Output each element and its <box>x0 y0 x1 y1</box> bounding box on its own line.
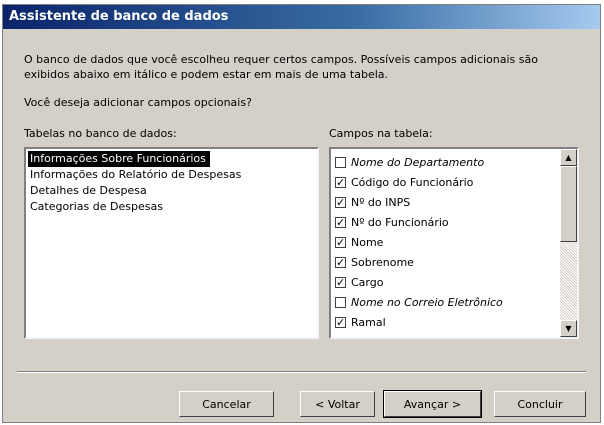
window-title: Assistente de banco de dados <box>3 5 600 29</box>
scroll-thumb[interactable] <box>560 166 577 242</box>
field-label: Sobrenome <box>351 256 414 269</box>
check-icon: ✓ <box>336 176 346 189</box>
field-label: Nome do Departamento <box>351 156 485 169</box>
finish-button[interactable]: Concluir <box>494 391 586 417</box>
field-checkbox[interactable]: ✓ <box>335 217 346 228</box>
scroll-up-icon: ▲ <box>565 153 572 162</box>
field-label: Nome no Correio Eletrônico <box>351 296 503 309</box>
field-checkbox[interactable] <box>335 297 346 308</box>
fields-label: Campos na tabela: <box>329 127 433 140</box>
table-item-categorias-de-despesas[interactable]: Categorias de Despesas <box>28 199 167 215</box>
tables-listbox[interactable]: Informações Sobre Funcionários Informaçõ… <box>24 147 319 339</box>
field-checkbox[interactable] <box>335 157 346 168</box>
fields-listbox[interactable]: Nome do Departamento ✓ Código do Funcion… <box>329 147 579 339</box>
tables-label: Tabelas no banco de dados: <box>24 127 177 140</box>
cancel-button[interactable]: Cancelar <box>179 391 274 417</box>
database-wizard-dialog: Assistente de banco de dados O banco de … <box>2 4 601 423</box>
check-icon: ✓ <box>336 316 346 329</box>
table-item-informacoes-sobre-funcionarios[interactable]: Informações Sobre Funcionários <box>28 151 210 167</box>
scroll-down-icon: ▼ <box>565 324 572 333</box>
field-label: Nº do Funcionário <box>351 216 449 229</box>
table-item-detalhes-de-despesa[interactable]: Detalhes de Despesa <box>28 183 151 199</box>
field-label: Código do Funcionário <box>351 176 474 189</box>
field-label: Nome <box>351 236 384 249</box>
check-icon: ✓ <box>336 256 346 269</box>
button-separator <box>17 371 586 373</box>
field-checkbox[interactable]: ✓ <box>335 257 346 268</box>
back-button[interactable]: < Voltar <box>300 391 375 417</box>
field-checkbox[interactable]: ✓ <box>335 237 346 248</box>
field-label: Ramal <box>351 316 386 329</box>
table-item-informacoes-do-relatorio-de-despesas[interactable]: Informações do Relatório de Despesas <box>28 167 245 183</box>
field-label: Cargo <box>351 276 384 289</box>
check-icon: ✓ <box>336 196 346 209</box>
question-text: Você deseja adicionar campos opcionais? <box>24 96 252 109</box>
check-icon: ✓ <box>336 216 346 229</box>
intro-line-1: O banco de dados que você escolheu reque… <box>24 53 538 66</box>
scroll-down-button[interactable]: ▼ <box>560 320 577 337</box>
field-label: Nº do INPS <box>351 196 411 209</box>
field-checkbox[interactable]: ✓ <box>335 317 346 328</box>
field-checkbox[interactable]: ✓ <box>335 177 346 188</box>
intro-line-2: exibidos abaixo em itálico e podem estar… <box>24 68 389 81</box>
fields-scrollbar[interactable]: ▲ ▼ <box>560 149 577 337</box>
field-checkbox[interactable]: ✓ <box>335 277 346 288</box>
check-icon: ✓ <box>336 236 346 249</box>
next-button[interactable]: Avançar > <box>383 390 482 418</box>
scroll-up-button[interactable]: ▲ <box>560 149 577 166</box>
check-icon: ✓ <box>336 276 346 289</box>
field-checkbox[interactable]: ✓ <box>335 197 346 208</box>
